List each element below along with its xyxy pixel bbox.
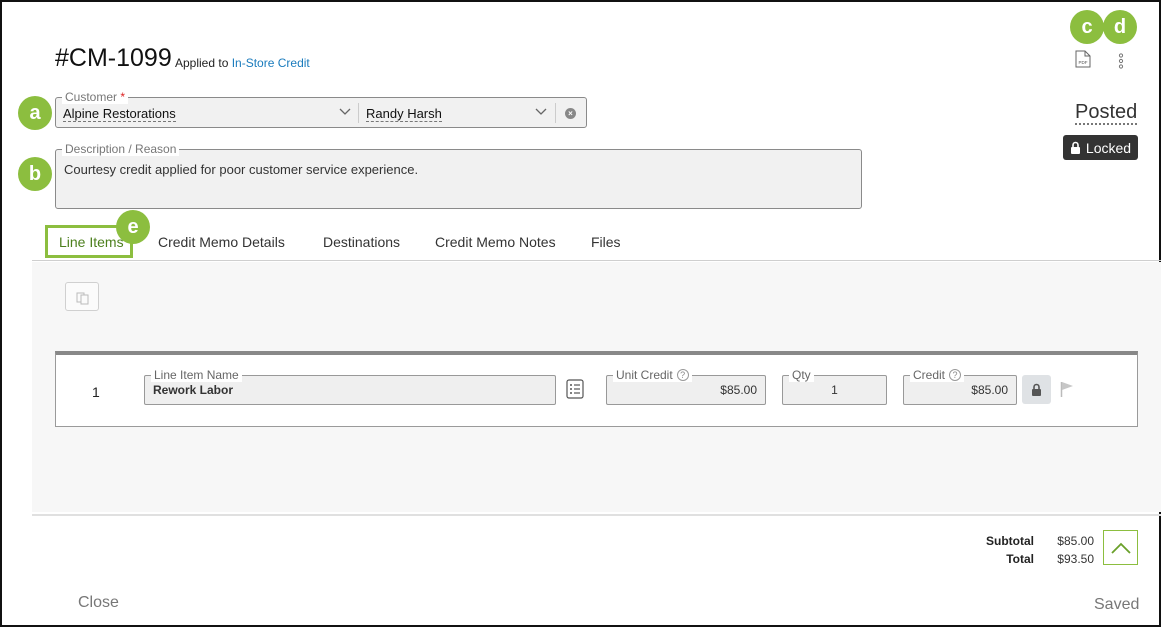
tab-files[interactable]: Files: [591, 234, 621, 250]
copy-icon: [76, 292, 89, 305]
flag-icon[interactable]: [1060, 381, 1074, 397]
page-title: #CM-1099: [55, 44, 172, 72]
lock-icon: [1070, 141, 1080, 154]
description-label: Description / Reason: [62, 142, 180, 156]
applied-to: Applied to In-Store Credit: [175, 56, 310, 70]
lock-icon: [1032, 383, 1041, 396]
customer-field: Customer * Alpine Restorations Randy Har…: [55, 90, 587, 128]
tab-credit-memo-details[interactable]: Credit Memo Details: [158, 234, 285, 250]
customer-contact-select[interactable]: Randy Harsh: [366, 106, 442, 122]
status-badge[interactable]: Posted: [1075, 101, 1138, 125]
locked-label: Locked: [1085, 139, 1132, 156]
footer-divider: [32, 514, 1161, 516]
pdf-icon[interactable]: PDF: [1075, 50, 1091, 68]
tab-line-items[interactable]: Line Items: [59, 234, 124, 250]
total-value: $93.50: [1057, 552, 1094, 566]
description-field[interactable]: Description / Reason Courtesy credit app…: [55, 142, 862, 209]
description-value: Courtesy credit applied for poor custome…: [64, 162, 419, 177]
line-item-name-input[interactable]: Line Item Name Rework Labor: [144, 368, 556, 405]
credit-label: Credit ?: [910, 368, 965, 382]
chevron-down-icon[interactable]: [339, 108, 351, 116]
credit-memo-panel: #CM-1099 Applied to In-Store Credit c d …: [0, 0, 1161, 627]
scroll-top-button[interactable]: [1103, 530, 1138, 565]
saved-status: Saved: [1094, 596, 1140, 613]
copy-button[interactable]: [65, 282, 99, 311]
clear-icon[interactable]: ×: [565, 108, 576, 119]
kebab-menu-icon[interactable]: [1118, 53, 1124, 69]
line-item-row: 1 Line Item Name Rework Labor Unit Credi…: [55, 351, 1138, 427]
subtotal-label: Subtotal: [986, 534, 1034, 548]
svg-text:PDF: PDF: [1079, 60, 1088, 65]
divider: [555, 103, 556, 123]
chevron-up-icon: [1110, 542, 1131, 554]
close-button[interactable]: Close: [78, 594, 119, 612]
line-lock-button[interactable]: [1022, 375, 1051, 404]
credit-input[interactable]: Credit ? $85.00: [903, 368, 1017, 405]
unit-credit-input[interactable]: Unit Credit ? $85.00: [606, 368, 766, 405]
callout-b: b: [18, 157, 52, 191]
callout-c: c: [1070, 10, 1104, 44]
callout-e: e: [116, 210, 150, 244]
tab-destinations[interactable]: Destinations: [323, 234, 400, 250]
tab-credit-memo-notes[interactable]: Credit Memo Notes: [435, 234, 556, 250]
callout-d: d: [1103, 10, 1137, 44]
qty-value: 1: [831, 383, 838, 397]
subtotal-value: $85.00: [1057, 534, 1094, 548]
credit-value: $85.00: [971, 383, 1008, 397]
tab-bar: Line Items Credit Memo Details Destinati…: [32, 225, 1161, 261]
callout-a: a: [18, 96, 52, 130]
customer-label: Customer *: [62, 90, 129, 104]
qty-label: Qty: [789, 368, 814, 382]
locked-badge: Locked: [1063, 135, 1138, 160]
chevron-down-icon[interactable]: [535, 108, 547, 116]
list-icon[interactable]: [566, 379, 584, 399]
applied-prefix: Applied to: [175, 56, 229, 70]
unit-credit-label: Unit Credit ?: [613, 368, 692, 382]
help-icon[interactable]: ?: [676, 369, 689, 381]
applied-to-link[interactable]: In-Store Credit: [232, 56, 310, 70]
help-icon[interactable]: ?: [949, 369, 962, 381]
line-item-number: 1: [92, 384, 100, 400]
line-item-name-value: Rework Labor: [153, 383, 234, 397]
totals: Subtotal $85.00 Total $93.50: [962, 532, 1094, 568]
customer-company-select[interactable]: Alpine Restorations: [63, 106, 176, 122]
qty-input[interactable]: Qty 1: [782, 368, 887, 405]
line-item-name-label: Line Item Name: [151, 368, 242, 382]
divider: [358, 103, 359, 123]
unit-credit-value: $85.00: [720, 383, 757, 397]
total-label: Total: [1006, 552, 1034, 566]
